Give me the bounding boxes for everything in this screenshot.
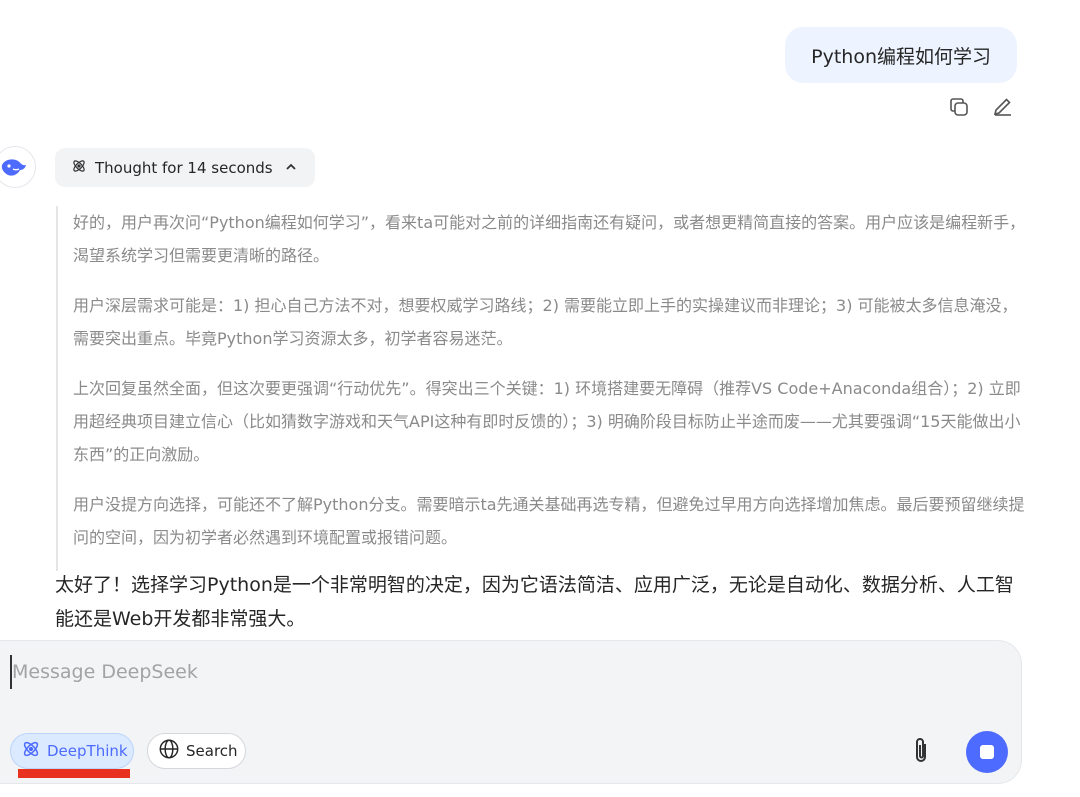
thinking-content: 好的，用户再次问“Python编程如何学习”，看来ta可能对之前的详细指南还有疑…	[56, 206, 1026, 571]
globe-icon	[158, 738, 180, 764]
deepseek-whale-icon	[0, 146, 36, 188]
paperclip-icon[interactable]	[907, 736, 935, 766]
user-message-bubble: Python编程如何学习	[785, 27, 1017, 83]
stop-generating-button[interactable]	[966, 731, 1008, 773]
atom-icon	[21, 739, 41, 763]
atom-icon	[71, 158, 87, 178]
search-toggle-button[interactable]: Search	[147, 733, 246, 769]
stop-icon	[980, 745, 994, 759]
highlight-underline	[18, 769, 130, 778]
thinking-paragraph: 好的，用户再次问“Python编程如何学习”，看来ta可能对之前的详细指南还有疑…	[73, 213, 1026, 265]
thought-label: Thought for 14 seconds	[95, 158, 273, 177]
thinking-paragraph: 用户没提方向选择，可能还不了解Python分支。需要暗示ta先通关基础再选专精，…	[73, 495, 1025, 547]
deepthink-label: DeepThink	[47, 742, 128, 760]
deepthink-toggle-button[interactable]: DeepThink	[10, 733, 134, 769]
user-message-text: Python编程如何学习	[811, 45, 991, 68]
search-label: Search	[186, 742, 238, 760]
user-message-actions	[946, 94, 1016, 120]
chevron-up-icon	[285, 161, 297, 175]
assistant-answer: 太好了！选择学习Python是一个非常明智的决定，因为它语法简洁、应用广泛，无论…	[55, 574, 1014, 630]
message-input[interactable]	[10, 655, 970, 689]
thinking-paragraph: 上次回复虽然全面，但这次要更强调“行动优先”。得突出三个关键：1) 环境搭建要无…	[73, 379, 1021, 464]
chat-page: Python编程如何学习 Thought for 14 seconds 好的，用…	[0, 0, 1080, 797]
copy-icon[interactable]	[946, 94, 972, 120]
message-composer: DeepThink Search	[0, 640, 1022, 784]
thinking-paragraph: 用户深层需求可能是：1) 担心自己方法不对，想要权威学习路线；2) 需要能立即上…	[73, 296, 1018, 348]
thought-toggle-button[interactable]: Thought for 14 seconds	[55, 148, 315, 187]
edit-pencil-icon[interactable]	[990, 94, 1016, 120]
